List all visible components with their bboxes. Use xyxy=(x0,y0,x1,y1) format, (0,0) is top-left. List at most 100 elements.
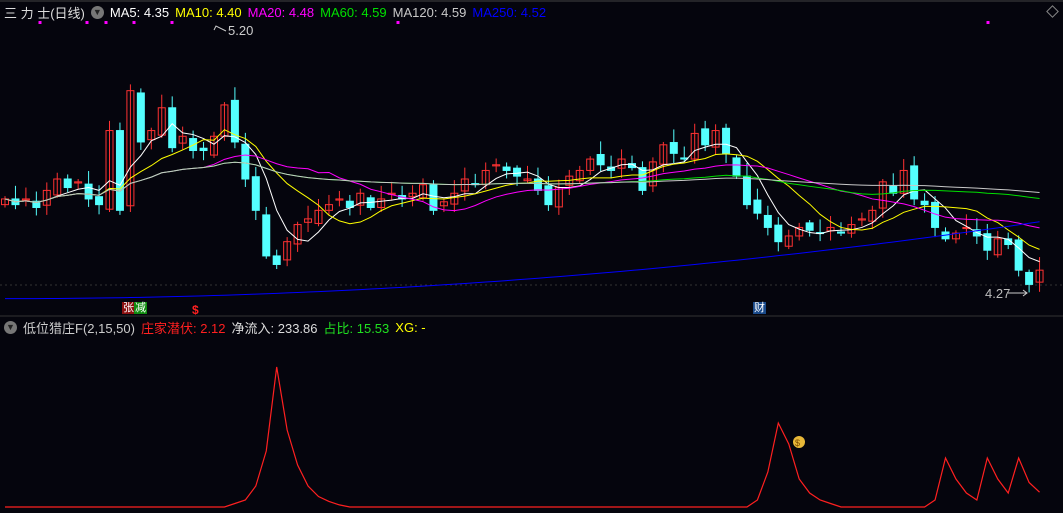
candle-body xyxy=(136,92,145,143)
candle xyxy=(147,127,156,150)
xg-value: XG: - xyxy=(395,320,426,335)
candle xyxy=(816,219,825,242)
candle xyxy=(492,158,501,173)
candle-body xyxy=(805,222,814,231)
candle xyxy=(931,196,940,238)
cai-tag: 财 xyxy=(753,302,766,314)
candle-body xyxy=(199,147,208,152)
candle-body xyxy=(502,166,511,171)
chevron-down-icon[interactable]: ▼ xyxy=(4,321,17,334)
candle xyxy=(586,156,595,176)
candle xyxy=(1,196,9,208)
signal-dot xyxy=(986,21,990,24)
candle xyxy=(53,172,62,198)
high-label: 5.20 xyxy=(228,23,253,38)
candle xyxy=(837,222,845,236)
ma60-line xyxy=(4,161,1040,204)
candle xyxy=(1035,257,1044,292)
candle xyxy=(951,230,960,244)
signal-dot xyxy=(170,21,174,24)
candle xyxy=(178,126,187,150)
signal-dot xyxy=(104,21,108,24)
candle xyxy=(262,206,271,259)
candle-body xyxy=(262,214,271,257)
jian-tag: 减 xyxy=(134,302,147,314)
candle xyxy=(471,173,480,188)
candle-body xyxy=(774,224,783,243)
candle-body xyxy=(241,143,250,180)
ma250-line xyxy=(4,221,1040,300)
candle-body xyxy=(920,200,929,206)
ma120-line xyxy=(4,161,1040,204)
candle xyxy=(565,169,574,195)
signal-dot xyxy=(38,21,42,24)
candle xyxy=(722,123,731,164)
candle xyxy=(136,88,145,150)
candle xyxy=(230,87,239,149)
candle-body xyxy=(742,175,751,206)
indicator-legend: ▼ 低位猎庄F(2,15,50) 庄家潜伏: 2.12 净流入: 233.86 … xyxy=(4,318,426,337)
candle xyxy=(199,141,208,161)
candle-body xyxy=(95,196,104,206)
low-label: 4.27 xyxy=(985,286,1010,301)
price-chart[interactable]: 5.20 4.27 $ $ xyxy=(0,0,1063,513)
candle xyxy=(283,237,292,267)
candle xyxy=(32,191,41,216)
candle xyxy=(784,229,793,250)
money-bag-glyph: $ xyxy=(795,438,800,448)
candle xyxy=(628,155,636,171)
candle xyxy=(617,149,626,178)
candle xyxy=(596,141,605,172)
candle-body xyxy=(763,214,772,228)
jlr-value: 净流入: 233.86 xyxy=(231,321,318,336)
zb-value: 占比: 15.53 xyxy=(323,321,390,336)
candle xyxy=(1014,235,1023,277)
candle xyxy=(251,167,260,221)
candle xyxy=(74,178,83,190)
candle-body xyxy=(753,199,762,214)
candle xyxy=(387,181,396,201)
candle-body xyxy=(1014,239,1023,271)
candle-body xyxy=(272,255,281,265)
ma5-line xyxy=(4,123,1040,263)
zjqf-line xyxy=(5,366,1040,508)
candle-body xyxy=(837,231,845,234)
candle xyxy=(377,185,386,213)
candle-body xyxy=(189,138,198,152)
candle-body xyxy=(251,176,260,211)
candle xyxy=(210,131,218,158)
candle xyxy=(575,165,584,184)
candle xyxy=(157,94,166,138)
candle-body xyxy=(722,127,731,154)
candle xyxy=(795,222,804,241)
candle xyxy=(648,157,657,193)
candle-body xyxy=(669,142,678,154)
ma20-line xyxy=(4,154,1040,229)
candle xyxy=(84,171,93,207)
candle xyxy=(910,156,919,206)
candle-body xyxy=(168,107,177,149)
candle xyxy=(805,220,814,237)
candle xyxy=(105,120,114,213)
signal-dot xyxy=(132,21,136,24)
candle-body xyxy=(596,153,605,166)
high-pointer xyxy=(213,25,227,32)
candle xyxy=(554,179,563,215)
dollar-marker: $ xyxy=(192,303,199,317)
indicator-name[interactable]: 低位猎庄F(2,15,50) xyxy=(23,318,135,337)
candle xyxy=(513,165,522,186)
zjqf-value: 庄家潜伏: 2.12 xyxy=(140,321,226,336)
candle-body xyxy=(544,185,553,206)
candle xyxy=(690,123,699,164)
candle xyxy=(669,129,678,164)
candle xyxy=(63,174,72,193)
low-pointer xyxy=(1008,289,1028,297)
candle xyxy=(324,194,333,215)
candle xyxy=(774,217,783,252)
candle xyxy=(742,163,751,210)
candle xyxy=(711,124,720,156)
candle xyxy=(753,188,762,220)
ma10-line xyxy=(4,129,1040,250)
candle-body xyxy=(115,130,124,211)
candle xyxy=(126,84,135,213)
